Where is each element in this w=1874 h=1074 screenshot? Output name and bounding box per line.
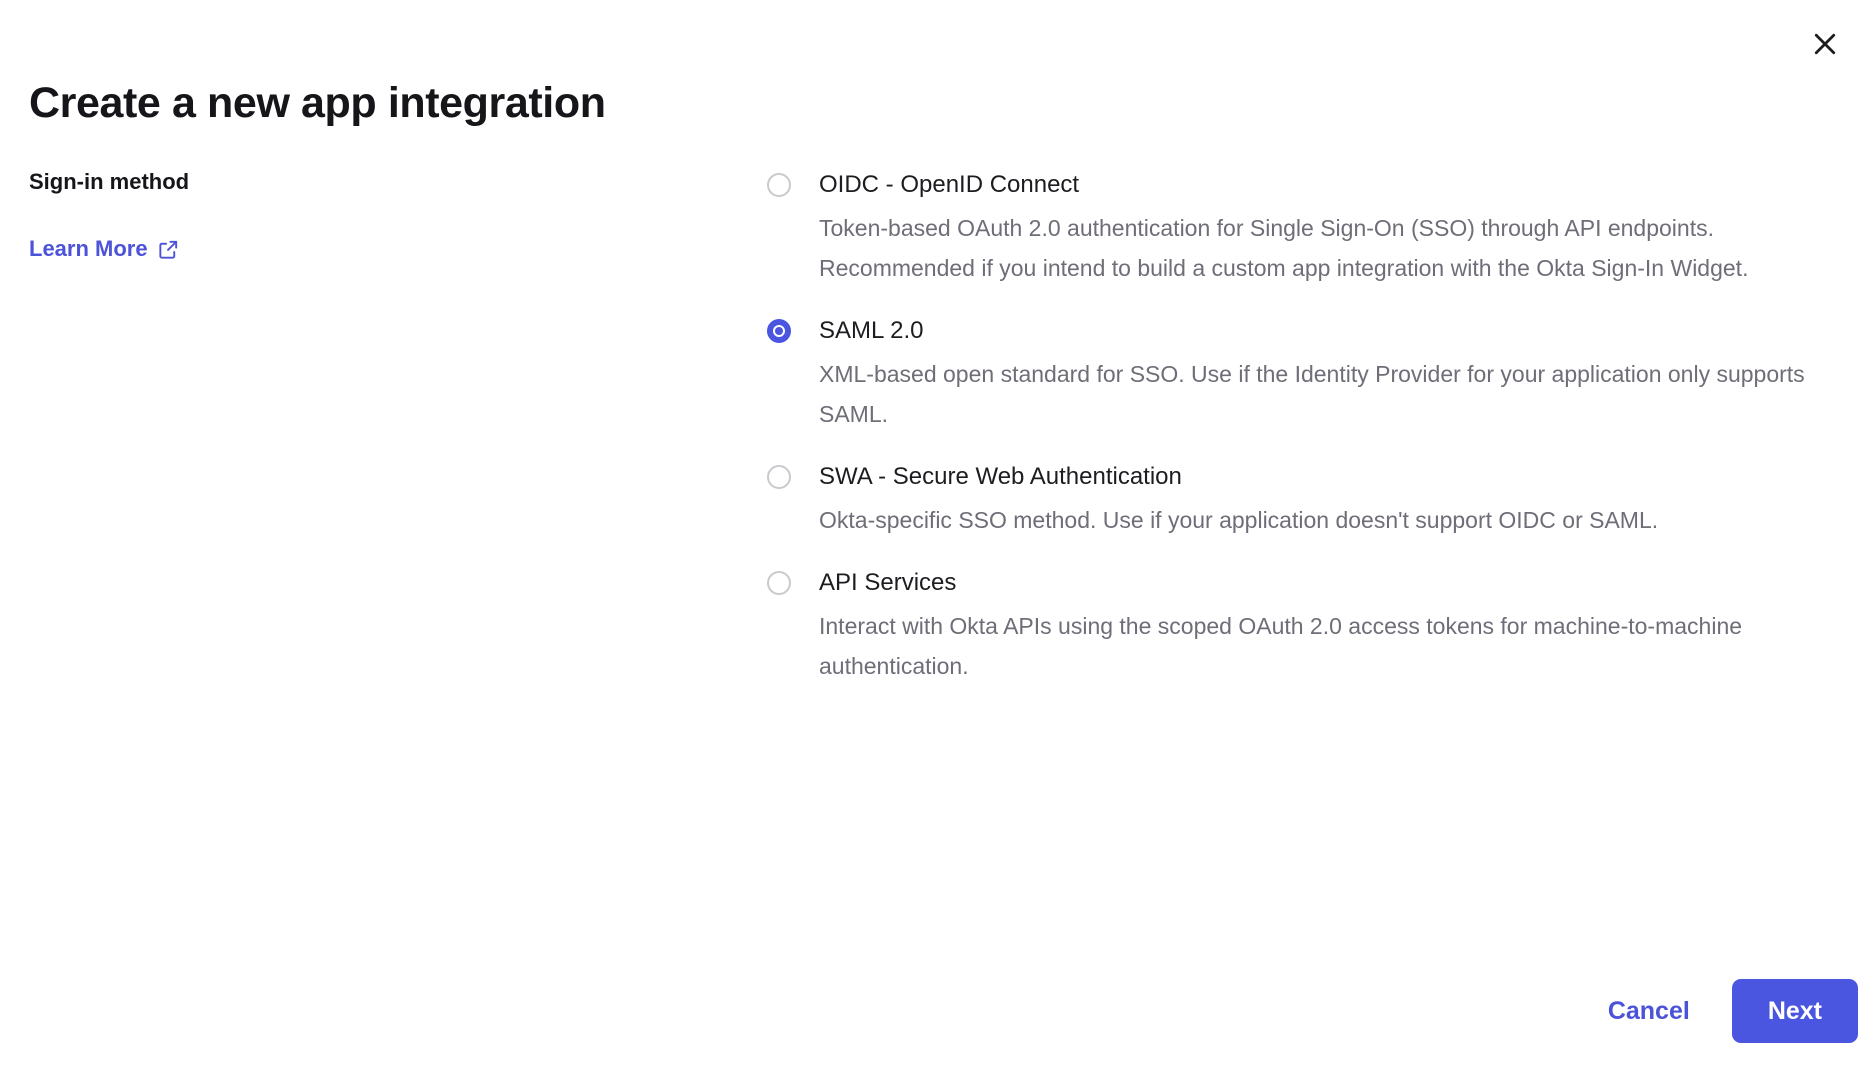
sign-in-option-description: XML-based open standard for SSO. Use if … xyxy=(819,361,1805,427)
radio-button-api-services[interactable] xyxy=(767,571,791,595)
sign-in-option-title: OIDC - OpenID Connect xyxy=(819,171,1080,198)
sign-in-option-api-services[interactable]: API Services Interact with Okta APIs usi… xyxy=(767,566,1837,686)
sign-in-option-saml[interactable]: SAML 2.0 XML-based open standard for SSO… xyxy=(767,314,1837,434)
close-icon-glyph xyxy=(1814,33,1836,55)
dialog-footer: Cancel Next xyxy=(1604,979,1858,1043)
create-app-integration-dialog: Create a new app integration Sign-in met… xyxy=(0,0,1874,1074)
next-button[interactable]: Next xyxy=(1731,979,1858,1043)
radio-button-saml[interactable] xyxy=(767,319,791,343)
learn-more-label: Learn More xyxy=(29,236,148,261)
sign-in-option-description: Token-based OAuth 2.0 authentication for… xyxy=(819,215,1749,281)
close-icon[interactable] xyxy=(1798,17,1852,71)
sign-in-method-sidebar: Sign-in method Learn More xyxy=(29,168,569,263)
sign-in-option-swa[interactable]: SWA - Secure Web Authentication Okta-spe… xyxy=(767,460,1837,540)
radio-button-oidc[interactable] xyxy=(767,173,791,197)
sign-in-option-oidc[interactable]: OIDC - OpenID Connect Token-based OAuth … xyxy=(767,168,1837,288)
sign-in-method-radio-group: OIDC - OpenID Connect Token-based OAuth … xyxy=(767,168,1837,686)
page-title: Create a new app integration xyxy=(29,78,606,127)
learn-more-link[interactable]: Learn More xyxy=(29,235,180,263)
external-link-icon xyxy=(158,240,177,259)
sign-in-option-description: Okta-specific SSO method. Use if your ap… xyxy=(819,507,1659,533)
sign-in-option-title: API Services xyxy=(819,569,957,596)
sign-in-method-label: Sign-in method xyxy=(29,169,190,194)
sign-in-option-description: Interact with Okta APIs using the scoped… xyxy=(819,613,1743,679)
sign-in-option-title: SWA - Secure Web Authentication xyxy=(819,463,1182,490)
radio-button-swa[interactable] xyxy=(767,465,791,489)
cancel-button[interactable]: Cancel xyxy=(1604,990,1694,1032)
sign-in-option-title: SAML 2.0 xyxy=(819,317,924,344)
